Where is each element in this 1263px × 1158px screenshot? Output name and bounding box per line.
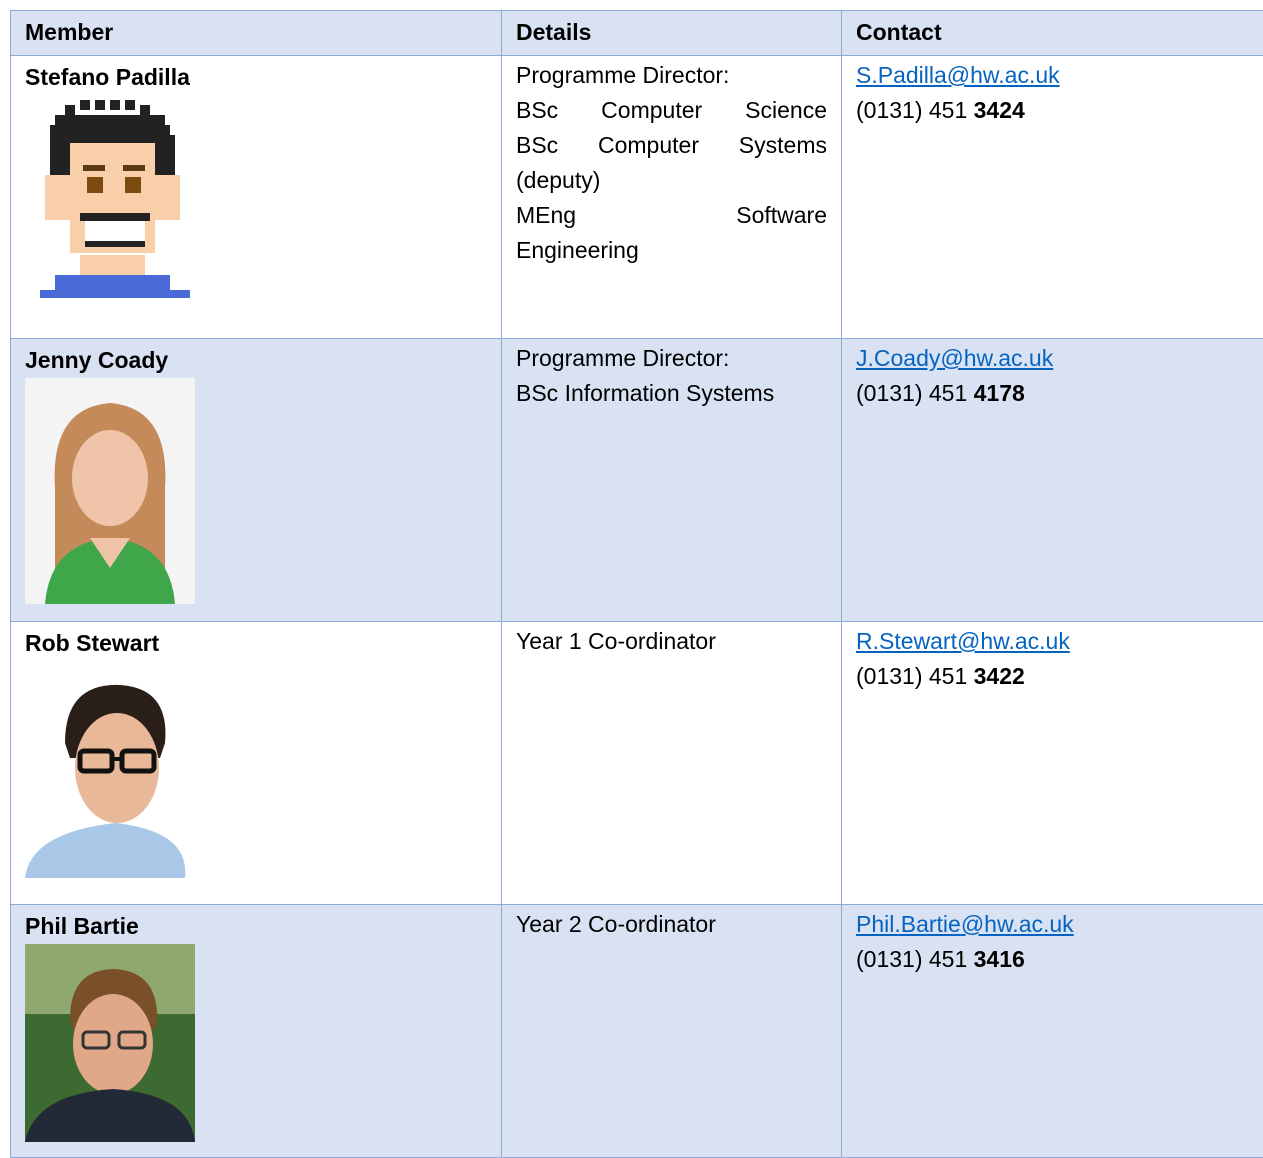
email-link[interactable]: R.Stewart@hw.ac.uk (856, 624, 1250, 659)
details-line: BSc Computer Science (516, 93, 827, 128)
phone-extension: 4178 (974, 380, 1025, 406)
details-line: BSc Information Systems (516, 376, 827, 411)
person-photo-icon (25, 944, 195, 1142)
phone-prefix: (0131) 451 (856, 946, 974, 972)
details-line: Year 2 Co-ordinator (516, 907, 827, 942)
details-line: Programme Director: (516, 341, 827, 376)
details-line: Engineering (516, 233, 827, 268)
details-line: Programme Director: (516, 58, 827, 93)
phone-extension: 3422 (974, 663, 1025, 689)
person-photo-icon (25, 378, 195, 604)
staff-table: Member Details Contact Stefano Padilla (10, 10, 1263, 1158)
table-header-row: Member Details Contact (11, 11, 1263, 56)
phone-number: (0131) 451 3424 (856, 97, 1025, 123)
phone-prefix: (0131) 451 (856, 663, 974, 689)
member-cell: Jenny Coady (11, 339, 502, 622)
header-contact: Contact (842, 11, 1263, 56)
details-line: (deputy) (516, 163, 827, 198)
details-cell: Year 1 Co-ordinator (502, 622, 842, 905)
phone-prefix: (0131) 451 (856, 97, 974, 123)
phone-extension: 3416 (974, 946, 1025, 972)
phone-number: (0131) 451 3422 (856, 663, 1025, 689)
contact-cell: Phil.Bartie@hw.ac.uk (0131) 451 3416 (842, 905, 1263, 1158)
table-row: Jenny Coady Programme Director: BSc Info… (11, 339, 1263, 622)
header-member: Member (11, 11, 502, 56)
member-name: Phil Bartie (25, 907, 487, 942)
details-line: BSc Computer Systems (516, 128, 827, 163)
member-cell: Phil Bartie (11, 905, 502, 1158)
pixel-avatar-icon (25, 95, 195, 300)
member-cell: Stefano Padilla (11, 56, 502, 339)
phone-prefix: (0131) 451 (856, 380, 974, 406)
member-name: Stefano Padilla (25, 58, 487, 93)
person-photo-icon (25, 673, 195, 878)
contact-cell: R.Stewart@hw.ac.uk (0131) 451 3422 (842, 622, 1263, 905)
table-row: Rob Stewart Year 1 Co-ordinator R.Stewar… (11, 622, 1263, 905)
details-line: Year 1 Co-ordinator (516, 624, 827, 659)
table-row: Phil Bartie Year 2 Co-ordinator Phil.Bar… (11, 905, 1263, 1158)
details-cell: Programme Director: BSc Computer Science… (502, 56, 842, 339)
email-link[interactable]: Phil.Bartie@hw.ac.uk (856, 907, 1250, 942)
details-line: MEng Software (516, 198, 827, 233)
member-cell: Rob Stewart (11, 622, 502, 905)
contact-cell: S.Padilla@hw.ac.uk (0131) 451 3424 (842, 56, 1263, 339)
member-name: Rob Stewart (25, 624, 487, 659)
phone-number: (0131) 451 3416 (856, 946, 1025, 972)
phone-extension: 3424 (974, 97, 1025, 123)
contact-cell: J.Coady@hw.ac.uk (0131) 451 4178 (842, 339, 1263, 622)
details-cell: Programme Director: BSc Information Syst… (502, 339, 842, 622)
details-cell: Year 2 Co-ordinator (502, 905, 842, 1158)
email-link[interactable]: S.Padilla@hw.ac.uk (856, 58, 1250, 93)
table-row: Stefano Padilla (11, 56, 1263, 339)
phone-number: (0131) 451 4178 (856, 380, 1025, 406)
member-name: Jenny Coady (25, 341, 487, 376)
header-details: Details (502, 11, 842, 56)
email-link[interactable]: J.Coady@hw.ac.uk (856, 341, 1250, 376)
